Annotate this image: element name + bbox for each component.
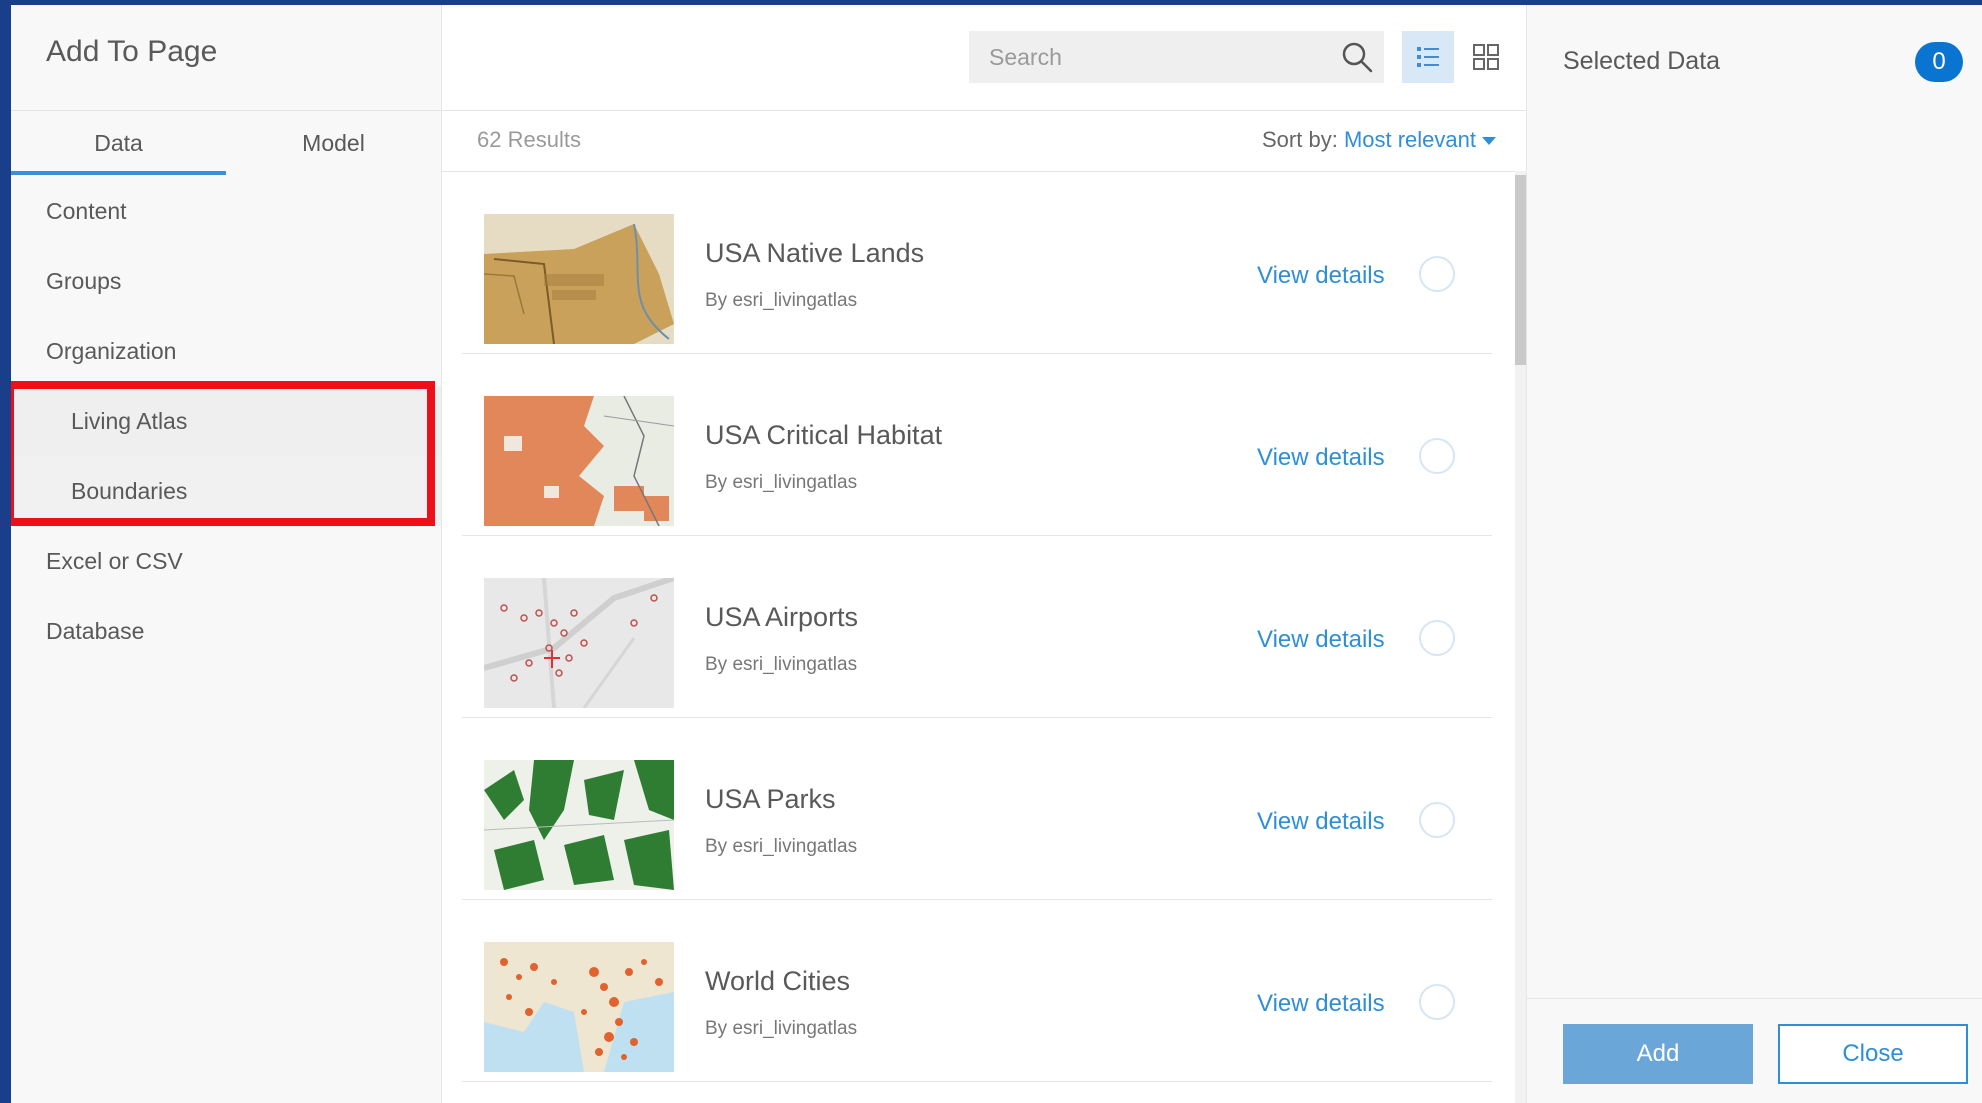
nav-item-excel-csv[interactable]: Excel or CSV <box>11 526 441 596</box>
results-count: 62 Results <box>477 127 581 152</box>
item-title[interactable]: USA Parks <box>705 784 836 815</box>
left-panel: Add To Page Data Model Content Groups Or… <box>11 5 442 1103</box>
search-icon[interactable] <box>1340 40 1374 74</box>
nav-item-database[interactable]: Database <box>11 596 441 666</box>
tab-data[interactable]: Data <box>11 111 226 175</box>
nav-item-organization[interactable]: Organization <box>11 316 441 386</box>
source-nav: Content Groups Organization Living Atlas… <box>11 176 441 666</box>
item-owner: By esri_livingatlas <box>705 1018 858 1039</box>
item-owner: By esri_livingatlas <box>705 472 858 493</box>
item-owner: By esri_livingatlas <box>705 836 858 857</box>
view-details-link[interactable]: View details <box>1257 262 1385 290</box>
close-button[interactable]: Close <box>1778 1024 1968 1084</box>
dialog-title: Add To Page <box>46 35 218 68</box>
nav-item-living-atlas[interactable]: Living Atlas <box>11 386 441 456</box>
list-item: USA Airports By esri_livingatlas View de… <box>462 536 1492 718</box>
caret-down-icon[interactable] <box>1482 137 1496 146</box>
thumbnail-parks[interactable] <box>484 760 674 890</box>
view-details-link[interactable]: View details <box>1257 808 1385 836</box>
results-panel: 62 Results Sort by: Most relevant <box>442 5 1526 1103</box>
nav-item-groups[interactable]: Groups <box>11 246 441 316</box>
select-radio[interactable] <box>1419 256 1455 292</box>
thumbnail-airports[interactable] <box>484 578 674 708</box>
search-input[interactable] <box>969 31 1329 83</box>
selected-data-title: Selected Data <box>1563 47 1721 75</box>
item-title[interactable]: USA Native Lands <box>705 238 924 269</box>
list-item: World Cities By esri_livingatlas View de… <box>462 900 1492 1082</box>
thumbnail-world-cities[interactable] <box>484 942 674 1072</box>
add-to-page-dialog: Add To Page Data Model Content Groups Or… <box>11 5 1982 1103</box>
select-radio[interactable] <box>1419 984 1455 1020</box>
select-radio[interactable] <box>1419 620 1455 656</box>
list-item: USA Native Lands By esri_livingatlas Vie… <box>462 172 1492 354</box>
scrollbar-thumb[interactable] <box>1515 175 1526 365</box>
view-details-link[interactable]: View details <box>1257 626 1385 654</box>
sort-control[interactable]: Sort by: Most relevant <box>1262 127 1496 153</box>
grid-view-icon <box>1473 44 1499 70</box>
results-scrollbar[interactable] <box>1515 171 1526 1103</box>
tab-bar: Data Model <box>11 111 441 175</box>
search-box <box>969 31 1384 83</box>
grid-view-button[interactable] <box>1460 31 1512 83</box>
item-owner: By esri_livingatlas <box>705 654 858 675</box>
nav-item-boundaries[interactable]: Boundaries <box>11 456 441 526</box>
sort-dropdown[interactable]: Most relevant <box>1344 127 1476 152</box>
item-title[interactable]: World Cities <box>705 966 850 997</box>
selected-data-panel: Selected Data 0 Add Close <box>1526 5 1982 1103</box>
selected-count-badge: 0 <box>1915 42 1963 82</box>
divider <box>1527 998 1982 999</box>
list-item: USA Critical Habitat By esri_livingatlas… <box>462 354 1492 536</box>
results-list: USA Native Lands By esri_livingatlas Vie… <box>462 172 1492 1082</box>
list-item: USA Parks By esri_livingatlas View detai… <box>462 718 1492 900</box>
tab-model[interactable]: Model <box>226 111 441 175</box>
divider <box>442 110 1526 111</box>
add-button[interactable]: Add <box>1563 1024 1753 1084</box>
item-owner: By esri_livingatlas <box>705 290 858 311</box>
item-title[interactable]: USA Critical Habitat <box>705 420 942 451</box>
view-details-link[interactable]: View details <box>1257 990 1385 1018</box>
select-radio[interactable] <box>1419 802 1455 838</box>
list-view-icon <box>1417 47 1439 67</box>
sort-label: Sort by: <box>1262 127 1338 152</box>
select-radio[interactable] <box>1419 438 1455 474</box>
item-title[interactable]: USA Airports <box>705 602 858 633</box>
thumbnail-critical-habitat[interactable] <box>484 396 674 526</box>
nav-item-content[interactable]: Content <box>11 176 441 246</box>
view-details-link[interactable]: View details <box>1257 444 1385 472</box>
list-view-button[interactable] <box>1402 31 1454 83</box>
thumbnail-native-lands[interactable] <box>484 214 674 344</box>
